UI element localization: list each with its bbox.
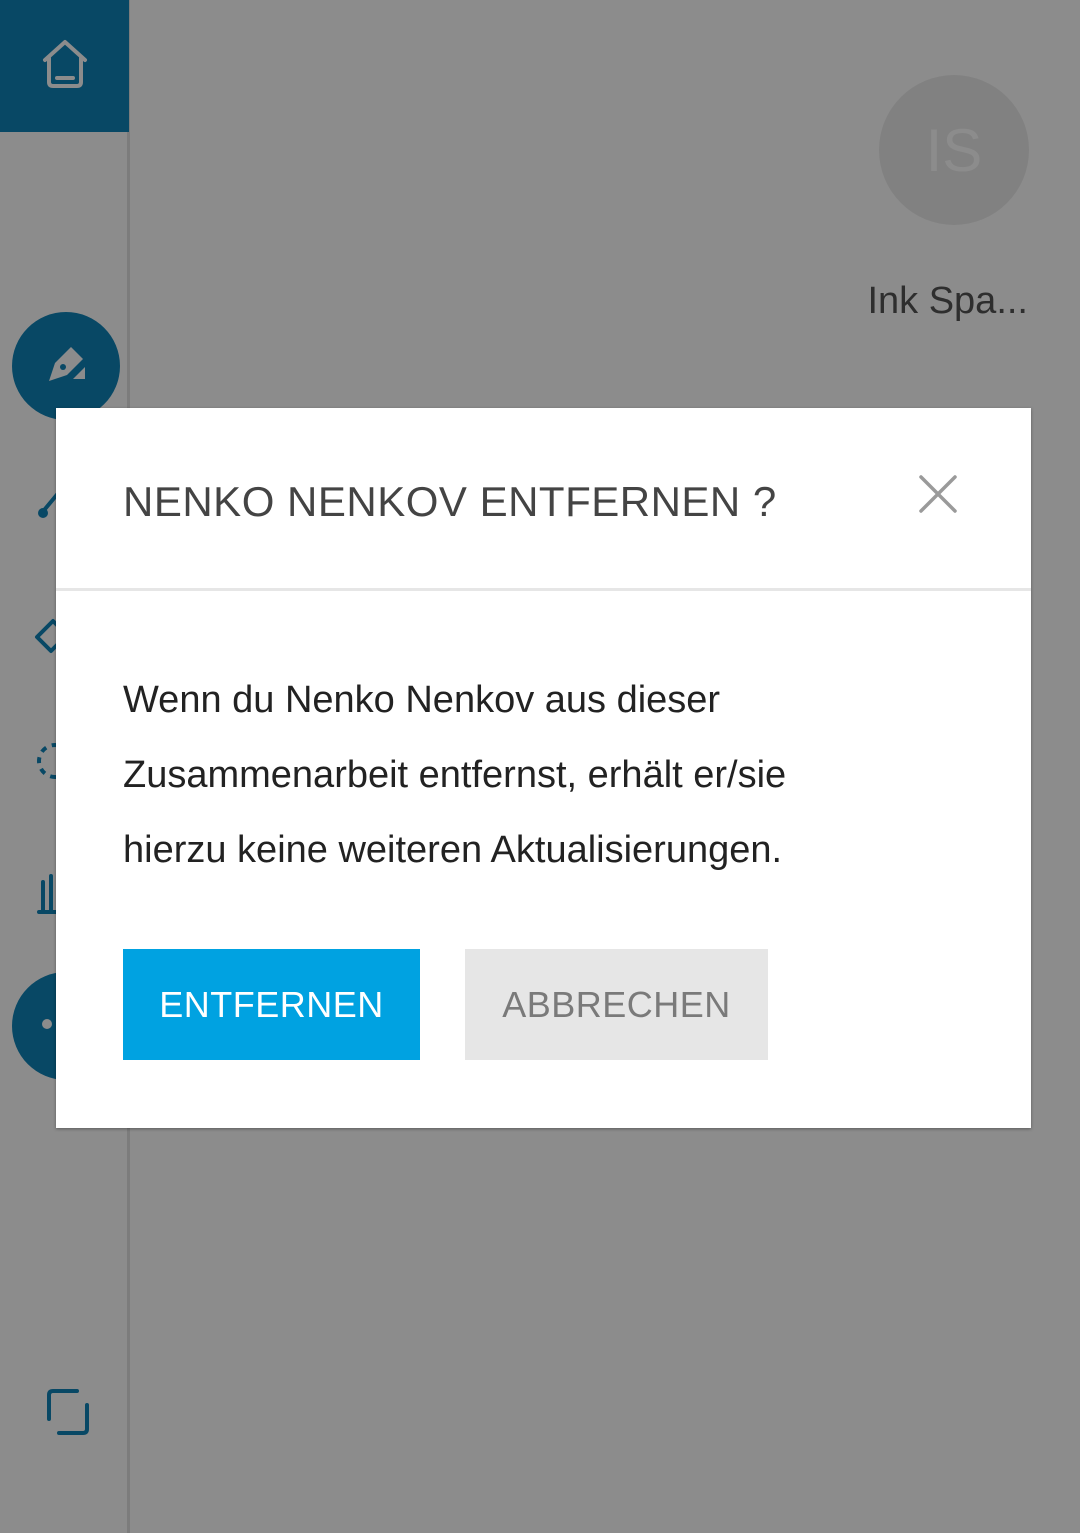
cancel-button[interactable]: ABBRECHEN — [465, 949, 768, 1060]
dialog-header: NENKO NENKOV ENTFERNEN ? — [56, 408, 1031, 591]
remove-collaborator-dialog: NENKO NENKOV ENTFERNEN ? Wenn du Nenko N… — [56, 408, 1031, 1128]
remove-button[interactable]: ENTFERNEN — [123, 949, 420, 1060]
close-button[interactable] — [912, 470, 964, 522]
dialog-message-line: Zusammenarbeit entfernst, erhält er/sie — [123, 754, 787, 796]
dialog-message-line: Wenn du Nenko Nenkov aus dieser — [123, 679, 721, 721]
dialog-title: NENKO NENKOV ENTFERNEN ? — [123, 478, 777, 525]
dialog-message-line: hierzu keine weiteren Aktualisierungen. — [123, 829, 783, 871]
dialog-message: Wenn du Nenko Nenkov aus dieser Zusammen… — [123, 663, 923, 888]
close-icon — [918, 474, 958, 519]
